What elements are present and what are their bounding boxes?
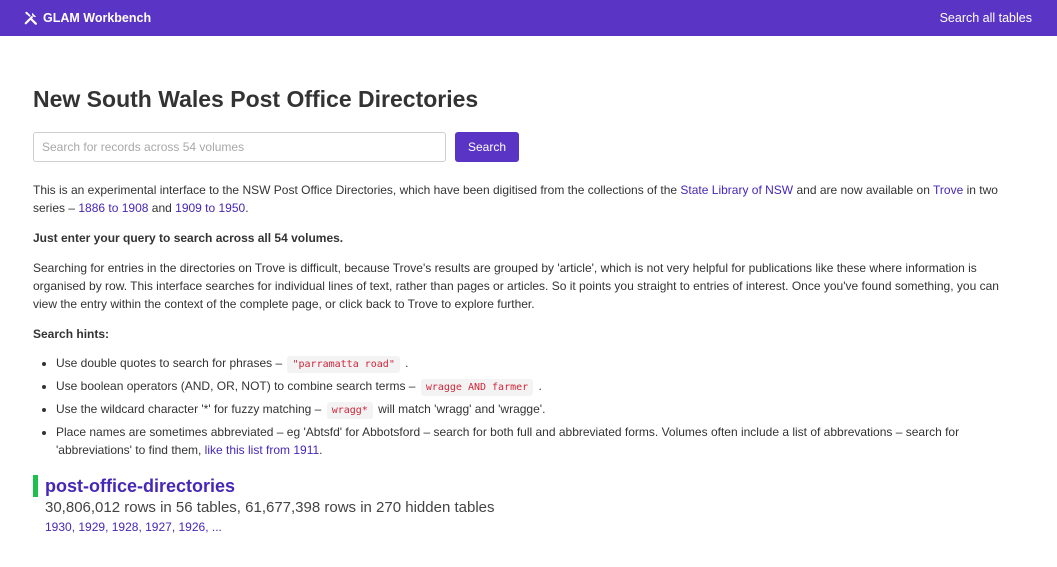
main-content: New South Wales Post Office Directories … — [0, 86, 1057, 534]
intro-paragraph: This is an experimental interface to the… — [33, 181, 1024, 217]
tools-icon — [24, 11, 38, 25]
hint-wildcard: Use the wildcard character '*' for fuzzy… — [56, 400, 1024, 420]
top-navbar: GLAM Workbench Search all tables — [0, 0, 1057, 36]
explanation-paragraph: Searching for entries in the directories… — [33, 260, 999, 311]
table-link[interactable]: 1929 — [78, 520, 105, 534]
intro-text-4: and — [148, 200, 176, 215]
intro-text-1: This is an experimental interface to the… — [33, 182, 681, 197]
hint-boolean: Use boolean operators (AND, OR, NOT) to … — [56, 377, 1024, 397]
just-enter-text: Just enter your query to search across a… — [33, 230, 344, 245]
brand-label: GLAM Workbench — [43, 11, 152, 25]
more-tables-link[interactable]: ... — [212, 520, 222, 534]
table-link[interactable]: 1927 — [145, 520, 172, 534]
series-1886-1908-link[interactable]: 1886 to 1908 — [78, 201, 148, 215]
hint-wildcard-end: will match 'wragg' and 'wragge'. — [374, 401, 546, 416]
hint-abbreviations-text: Place names are sometimes abbreviated – … — [56, 424, 960, 457]
hint-phrases-text: Use double quotes to search for phrases … — [56, 355, 286, 370]
hint-phrases-end: . — [401, 355, 409, 370]
table-link[interactable]: 1926 — [179, 520, 206, 534]
search-button[interactable]: Search — [455, 131, 520, 162]
intro-text-2: and are now available on — [793, 182, 934, 197]
hint-boolean-text: Use boolean operators (AND, OR, NOT) to … — [56, 378, 419, 393]
trove-link[interactable]: Trove — [933, 183, 963, 197]
search-input[interactable] — [33, 131, 446, 162]
hint-wildcard-text: Use the wildcard character '*' for fuzzy… — [56, 401, 325, 416]
table-link[interactable]: 1930 — [45, 520, 72, 534]
hint-wildcard-example: wragg* — [326, 401, 373, 419]
hint-abbreviations: Place names are sometimes abbreviated – … — [56, 423, 1024, 459]
hint-phrases-example: "parramatta road" — [287, 355, 400, 373]
table-separator: , — [105, 519, 112, 534]
table-separator: , — [171, 519, 179, 534]
database-title-link[interactable]: post-office-directories — [45, 475, 235, 497]
series-1909-1950-link[interactable]: 1909 to 1950 — [175, 201, 245, 215]
state-library-link[interactable]: State Library of NSW — [680, 183, 793, 197]
abbreviations-1911-link[interactable]: like this list from 1911 — [205, 443, 320, 457]
search-hints-heading: Search hints: — [33, 326, 110, 341]
database-stats: 30,806,012 rows in 56 tables, 61,677,398… — [45, 498, 495, 516]
search-all-tables-link[interactable]: Search all tables — [940, 11, 1032, 25]
hint-boolean-example: wragge AND farmer — [420, 378, 534, 396]
search-form: Search — [33, 131, 1024, 162]
hint-boolean-end: . — [535, 378, 542, 393]
database-table-links: 1930, 1929, 1928, 1927, 1926, ... — [33, 520, 1024, 534]
hint-abbreviations-end: . — [319, 442, 323, 457]
database-card: post-office-directories — [33, 474, 1024, 497]
page-title: New South Wales Post Office Directories — [33, 86, 479, 112]
table-link[interactable]: 1928 — [112, 520, 139, 534]
table-separator: , — [205, 519, 212, 534]
intro-text-5: . — [245, 200, 249, 215]
brand-link[interactable]: GLAM Workbench — [24, 11, 151, 25]
hint-phrases: Use double quotes to search for phrases … — [56, 354, 1024, 374]
search-hints-list: Use double quotes to search for phrases … — [33, 354, 1024, 459]
